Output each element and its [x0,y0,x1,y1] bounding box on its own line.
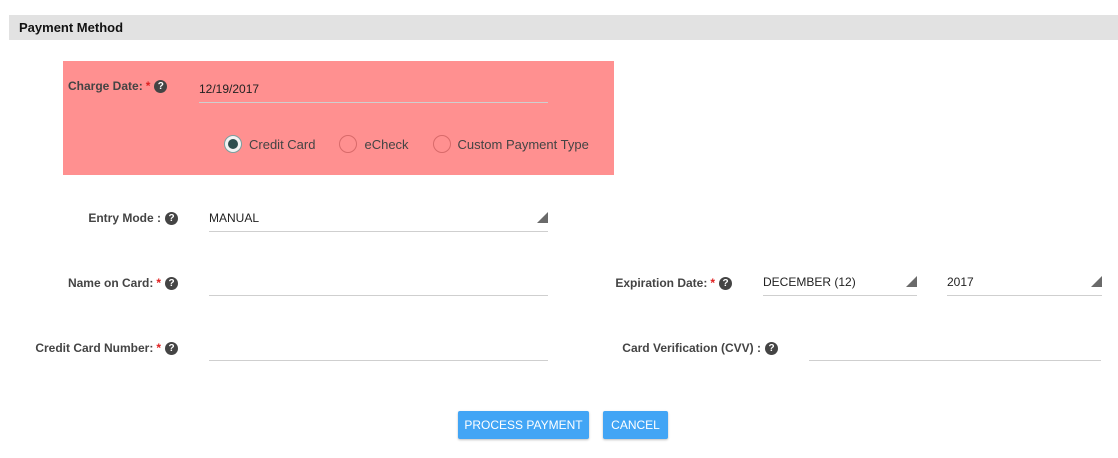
expiration-month-value: DECEMBER (12) [763,275,856,289]
section-header: Payment Method [9,15,1118,40]
card-number-label: Credit Card Number: [35,341,154,355]
cvv-input[interactable] [809,337,1101,361]
cvv-label: Card Verification (CVV) : [622,341,761,355]
help-icon[interactable]: ? [719,276,732,290]
expiration-month-select[interactable]: DECEMBER (12) [763,272,917,296]
expiration-year-value: 2017 [947,275,974,289]
required-marker: * [156,341,161,355]
expiration-year-select[interactable]: 2017 [947,272,1102,296]
help-icon[interactable]: ? [765,341,778,355]
radio-echeck[interactable]: eCheck [339,135,409,153]
name-on-card-label: Name on Card: [67,276,154,290]
required-marker: * [156,276,161,290]
required-marker: * [145,79,151,93]
help-icon[interactable]: ? [165,276,178,290]
name-on-card-label-group: Name on Card: * ? [40,275,178,291]
card-number-label-group: Credit Card Number: * ? [20,340,178,356]
card-number-input[interactable] [209,337,548,361]
expiration-date-label: Expiration Date: [615,276,708,290]
charge-date-label-group: Charge Date: * ? [68,78,168,94]
section-title: Payment Method [19,20,124,35]
radio-credit-card[interactable]: Credit Card [224,135,315,153]
dropdown-triangle-icon [537,212,548,223]
radio-custom-payment-type-label: Custom Payment Type [457,136,589,152]
radio-unchecked-icon[interactable] [339,135,358,153]
cvv-label-group: Card Verification (CVV) : ? [610,340,778,356]
dropdown-triangle-icon [1091,276,1102,287]
charge-date-field[interactable]: 12/19/2017 [199,79,548,103]
entry-mode-value: MANUAL [209,211,260,225]
radio-custom-payment-type[interactable]: Custom Payment Type [432,135,589,153]
charge-date-value: 12/19/2017 [199,82,260,96]
name-on-card-input[interactable] [209,272,548,296]
help-icon[interactable]: ? [165,341,178,355]
process-payment-button[interactable]: PROCESS PAYMENT [458,411,589,439]
payment-type-radio-group: Credit Card eCheck Custom Payment Type [224,135,613,153]
required-marker: * [710,276,715,290]
help-icon[interactable]: ? [165,211,178,225]
dropdown-triangle-icon [906,276,917,287]
entry-mode-select[interactable]: MANUAL [209,208,548,232]
cancel-button[interactable]: CANCEL [603,411,668,439]
charge-date-label: Charge Date: [68,79,143,93]
expiration-date-label-group: Expiration Date: * ? [600,275,732,291]
entry-mode-label: Entry Mode : [88,211,161,225]
radio-echeck-label: eCheck [364,136,409,152]
radio-checked-icon[interactable] [224,135,242,153]
help-icon[interactable]: ? [154,79,168,93]
entry-mode-label-group: Entry Mode : ? [60,210,178,226]
radio-unchecked-icon[interactable] [432,135,451,153]
radio-credit-card-label: Credit Card [249,136,316,152]
